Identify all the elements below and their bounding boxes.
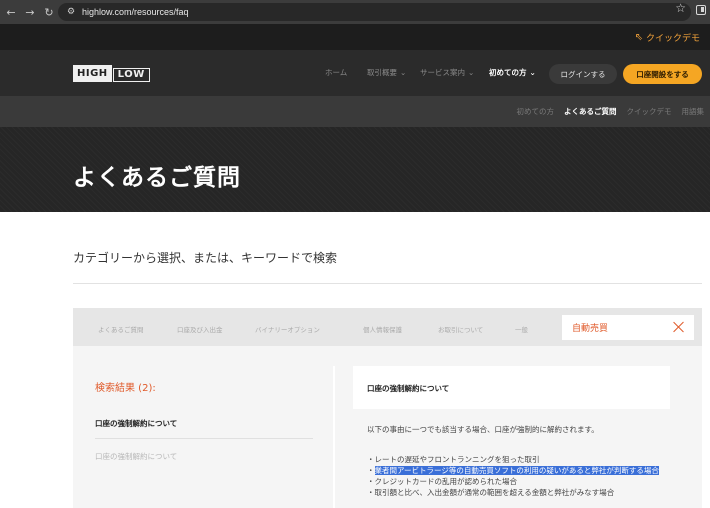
bookmark-star-icon[interactable]: ☆ xyxy=(675,1,686,15)
divider xyxy=(95,438,313,439)
highlighted-text: 業者間アービトラージ等の自動売買ソフトの利用の疑いがあると弊社が判断する場合 xyxy=(374,466,659,475)
search-query-text: 自動売買 xyxy=(572,324,609,334)
list-item: ・取引額と比べ、入出金額が通常の範囲を超える金額と弊社がみなす場合 xyxy=(367,488,615,497)
question-title: 口座の強制解約について xyxy=(367,384,450,393)
login-button[interactable]: ログインする xyxy=(549,64,617,84)
reload-icon[interactable]: ↻ xyxy=(41,4,57,20)
chevron-down-icon: ⌄ xyxy=(529,68,536,77)
top-strip: ⇖ クイックデモ xyxy=(0,24,710,50)
subnav-item-beginners[interactable]: 初めての方 xyxy=(517,106,555,117)
address-bar[interactable]: ⚙ highlow.com/resources/faq xyxy=(58,3,691,21)
site-info-icon[interactable]: ⚙ xyxy=(64,6,78,18)
keyword-search-input[interactable]: 自動売買 xyxy=(562,315,694,340)
answer-intro: 以下の事由に一つでも該当する場合、口座が強制的に解約されます。 xyxy=(367,425,599,434)
result-item[interactable]: 口座の強制解約について xyxy=(95,451,177,462)
category-binary-options[interactable]: バイナリーオプション xyxy=(255,324,363,334)
subnav-item-faq[interactable]: よくあるご質問 xyxy=(564,106,617,117)
page-root: ← → ↻ ⚙ highlow.com/resources/faq ☆ ⇖ クイ… xyxy=(0,0,710,508)
highlow-logo[interactable]: HIGH LOW xyxy=(73,65,150,82)
close-icon[interactable] xyxy=(672,320,686,334)
chevron-down-icon: ⌄ xyxy=(400,68,407,77)
quick-demo-link[interactable]: ⇖ クイックデモ xyxy=(635,31,700,44)
chevron-down-icon: ⌄ xyxy=(468,68,475,77)
list-item: ・レートの遅延やフロントランニングを狙った取引 xyxy=(367,455,540,464)
hero-banner: よくあるご質問 xyxy=(0,127,710,212)
arrow-up-left-icon: ⇖ xyxy=(634,32,643,43)
category-account-deposit[interactable]: 口座及び入出金 xyxy=(177,324,255,334)
category-privacy[interactable]: 個人情報保護 xyxy=(363,324,438,334)
results-count-title: 検索結果 (2): xyxy=(95,383,156,394)
logo-high-text: HIGH xyxy=(73,65,112,82)
category-general[interactable]: 一般 xyxy=(515,324,545,334)
nav-home-label: ホーム xyxy=(325,68,348,77)
browser-toolbar: ← → ↻ ⚙ highlow.com/resources/faq ☆ xyxy=(0,0,710,24)
nav-trading-overview-label: 取引概要 xyxy=(367,68,397,77)
column-separator xyxy=(333,366,335,508)
main-nav: ホーム 取引概要 ⌄ サービス案内 ⌄ 初めての方 ⌄ xyxy=(325,67,549,78)
category-trading[interactable]: お取引について xyxy=(438,324,515,334)
nav-services-label: サービス案内 xyxy=(420,68,465,77)
search-heading: カテゴリーから選択、または、キーワードで検索 xyxy=(73,251,338,265)
quick-demo-label: クイックデモ xyxy=(645,34,700,44)
side-panel-icon[interactable] xyxy=(696,5,706,15)
list-item: ・クレジットカードの乱用が認められた場合 xyxy=(367,477,517,486)
category-faq[interactable]: よくあるご質問 xyxy=(98,324,177,334)
url-text: highlow.com/resources/faq xyxy=(82,7,189,17)
result-item-active[interactable]: 口座の強制解約について xyxy=(95,418,177,429)
list-item: ・業者間アービトラージ等の自動売買ソフトの利用の疑いがあると弊社が判断する場合 xyxy=(367,466,659,475)
subnav-item-glossary[interactable]: 用語集 xyxy=(682,106,705,117)
nav-home[interactable]: ホーム xyxy=(325,67,367,78)
nav-beginners-label: 初めての方 xyxy=(489,68,527,77)
nav-trading-overview[interactable]: 取引概要 ⌄ xyxy=(367,67,420,78)
sub-nav: 初めての方 よくあるご質問 クイックデモ 用語集 xyxy=(0,96,710,127)
logo-low-text: LOW xyxy=(112,68,150,82)
subnav-item-quick-demo[interactable]: クイックデモ xyxy=(627,106,672,117)
forward-icon[interactable]: → xyxy=(22,4,38,20)
nav-beginners[interactable]: 初めての方 ⌄ xyxy=(489,67,549,78)
page-title: よくあるご質問 xyxy=(73,165,241,191)
nav-services[interactable]: サービス案内 ⌄ xyxy=(420,67,489,78)
back-icon[interactable]: ← xyxy=(3,4,19,20)
answer-bullet-list: ・レートの遅延やフロントランニングを狙った取引 ・業者間アービトラージ等の自動売… xyxy=(367,454,659,498)
open-account-button[interactable]: 口座開設をする xyxy=(623,64,702,84)
divider xyxy=(73,283,702,284)
